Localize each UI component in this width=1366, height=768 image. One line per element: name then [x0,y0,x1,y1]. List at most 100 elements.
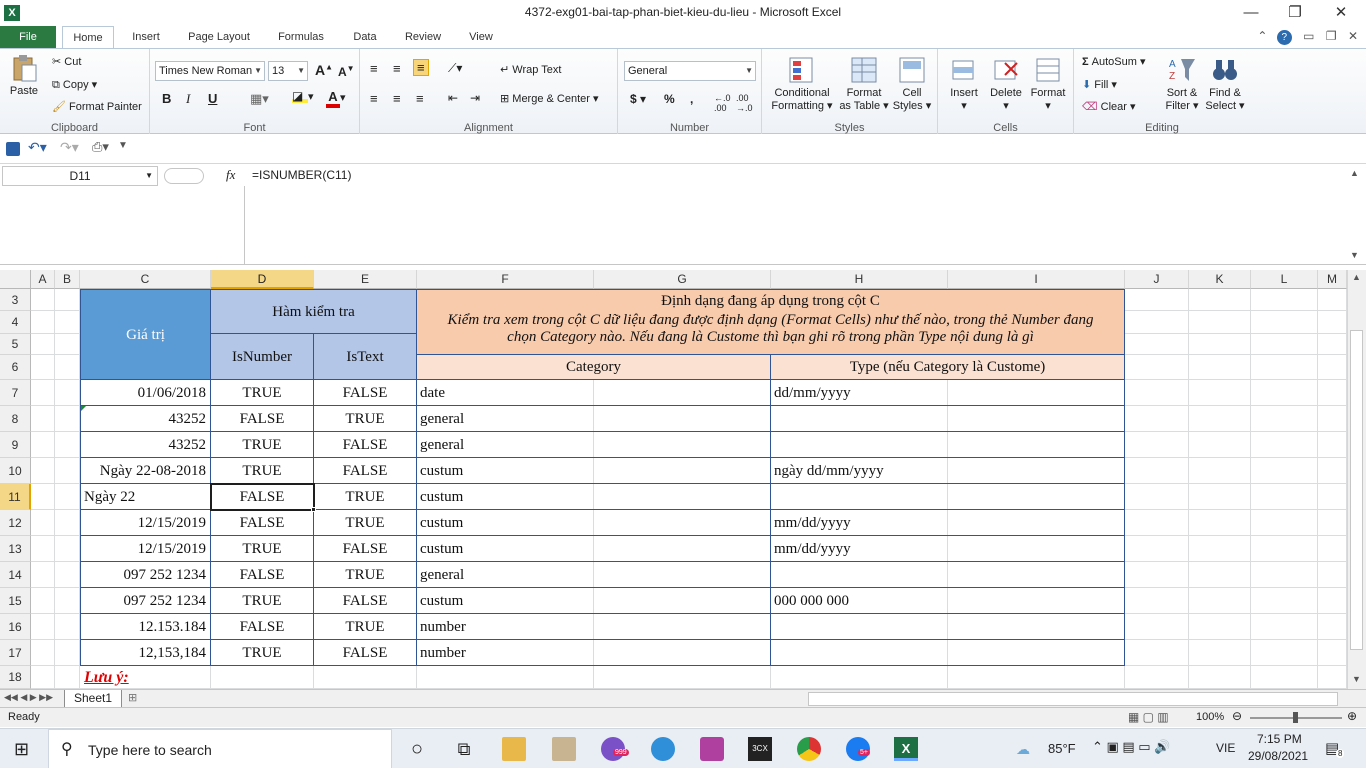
winrar-icon[interactable] [552,737,576,761]
zalo-icon[interactable]: 5+ [846,737,870,761]
cell-isnumber[interactable]: TRUE [211,458,314,484]
zoom-in-icon[interactable]: ⊕ [1347,709,1357,723]
header-type[interactable]: Type (nếu Category là Custome) [771,355,1125,380]
paste-button[interactable]: Paste [4,53,44,98]
increase-indent-icon[interactable]: ⇥ [470,91,480,105]
viber-icon[interactable]: 999 [601,737,629,761]
cell-type[interactable] [771,562,1125,588]
cell-category[interactable]: custum [417,588,771,614]
row-header-9[interactable]: 9 [0,432,31,458]
cell-category[interactable]: number [417,614,771,640]
cell-isnumber[interactable]: TRUE [211,640,314,666]
row-header-14[interactable]: 14 [0,562,31,588]
borders-icon[interactable]: ▦▾ [250,91,269,107]
header-dinh-dang[interactable]: Định dạng đang áp dụng trong cột C Kiểm … [417,289,1125,355]
format-painter-button[interactable]: 🖌 Format Painter [52,100,142,113]
grow-font-button[interactable]: A▲ [315,62,333,78]
vertical-scroll-thumb[interactable] [1350,330,1363,650]
weather-temp[interactable]: 85°F [1048,741,1076,756]
cell-istext[interactable]: TRUE [314,406,417,432]
underline-button[interactable]: U [208,91,217,106]
tray-icons[interactable]: ⌃ ▣ ▤ ▭ 🔊 [1092,739,1170,755]
sheet-restore-icon[interactable]: ❐ [1326,29,1337,43]
cell-category[interactable]: general [417,432,771,458]
row-header-10[interactable]: 10 [0,458,31,484]
align-left-icon[interactable]: ≡ [370,91,378,106]
font-color-icon[interactable]: A ▾ [326,89,346,108]
internet-explorer-icon[interactable] [651,737,675,761]
copy-button[interactable]: ⧉ Copy ▾ [52,78,97,92]
cell-istext[interactable]: TRUE [314,484,417,510]
input-language[interactable]: VIE [1216,741,1235,755]
cell-istext[interactable]: FALSE [314,458,417,484]
find-select-button[interactable]: Find & Select ▾ [1202,55,1248,113]
cell-isnumber[interactable]: TRUE [211,380,314,406]
cut-button[interactable]: ✂ Cut [52,55,81,68]
column-header-a[interactable]: A [31,270,55,289]
file-explorer-icon[interactable] [502,737,526,761]
header-isnumber[interactable]: IsNumber [211,334,314,380]
cell-type[interactable] [771,406,1125,432]
row-header-7[interactable]: 7 [0,380,31,406]
row-header-6[interactable]: 6 [0,355,31,380]
fill-color-icon[interactable]: ◪ ▾ [292,89,314,103]
cell-type[interactable] [771,432,1125,458]
cell-type[interactable] [771,614,1125,640]
row-header-3[interactable]: 3 [0,289,31,311]
delete-cells-button[interactable]: Delete ▾ [984,55,1028,113]
number-format-select[interactable]: General ▼ [624,61,756,81]
column-header-e[interactable]: E [314,270,417,289]
align-top-icon[interactable]: ≡ [370,61,378,76]
chrome-icon[interactable] [797,737,821,761]
taskbar-search-box[interactable]: ⚲ Type here to search [48,729,392,768]
row-header-16[interactable]: 16 [0,614,31,640]
autosum-button[interactable]: Σ AutoSum ▾ [1082,55,1146,68]
column-header-m[interactable]: M [1318,270,1347,289]
cell-value[interactable]: 12,153,184 [80,640,211,666]
conditional-formatting-button[interactable]: Conditional Formatting ▾ [766,55,838,113]
task-view-icon[interactable]: ⧉ [452,737,476,761]
cell-type[interactable]: mm/dd/yyyy [771,536,1125,562]
merge-center-button[interactable]: ⊞ Merge & Center ▾ [500,92,599,105]
tab-view[interactable]: View [460,26,502,48]
align-middle-icon[interactable]: ≡ [393,61,401,76]
header-category[interactable]: Category [417,355,771,380]
cell-type[interactable]: dd/mm/yyyy [771,380,1125,406]
collapse-ribbon-icon[interactable]: ⌃ [1257,29,1267,43]
cell-value[interactable]: 097 252 1234 [80,588,211,614]
cell-category[interactable]: custum [417,484,771,510]
percent-button[interactable]: % [664,92,675,106]
format-as-table-button[interactable]: Format as Table ▾ [838,55,890,113]
column-header-j[interactable]: J [1125,270,1189,289]
row-header-8[interactable]: 8 [0,406,31,432]
font-name-select[interactable]: Times New Roman ▼ [155,61,265,81]
cell-category[interactable]: general [417,406,771,432]
cell-isnumber[interactable]: TRUE [211,432,314,458]
fill-handle[interactable] [311,507,316,512]
wrap-text-button[interactable]: ↵ Wrap Text [500,63,561,76]
insert-function-icon[interactable]: fx [226,167,235,183]
row-header-4[interactable]: 4 [0,311,31,334]
formula-input[interactable]: =ISNUMBER(C11) [252,168,351,182]
cell-category[interactable]: number [417,640,771,666]
cell-value[interactable]: Ngày 22-08-2018 [80,458,211,484]
row-header-5[interactable]: 5 [0,334,31,355]
cell-istext[interactable]: TRUE [314,614,417,640]
3cx-icon[interactable]: 3CX [748,737,772,761]
column-header-k[interactable]: K [1189,270,1251,289]
column-header-b[interactable]: B [55,270,80,289]
cell-isnumber[interactable]: FALSE [211,562,314,588]
tab-page-layout[interactable]: Page Layout [180,26,258,48]
cell-istext[interactable]: FALSE [314,640,417,666]
header-ham-kiem-tra[interactable]: Hàm kiểm tra [211,289,417,334]
name-box[interactable]: D11 ▼ [2,166,158,186]
restore-button[interactable]: ❐ [1272,2,1318,24]
cell-value[interactable]: 12.153.184 [80,614,211,640]
comma-button[interactable]: , [690,92,693,106]
align-right-icon[interactable]: ≡ [416,91,424,106]
cell-type[interactable] [771,484,1125,510]
formula-scroll-up-icon[interactable]: ▲ [1350,168,1359,178]
cell-isnumber[interactable]: TRUE [211,536,314,562]
zoom-level[interactable]: 100% [1196,711,1224,723]
redo-icon[interactable]: ↷▾ [60,139,79,156]
